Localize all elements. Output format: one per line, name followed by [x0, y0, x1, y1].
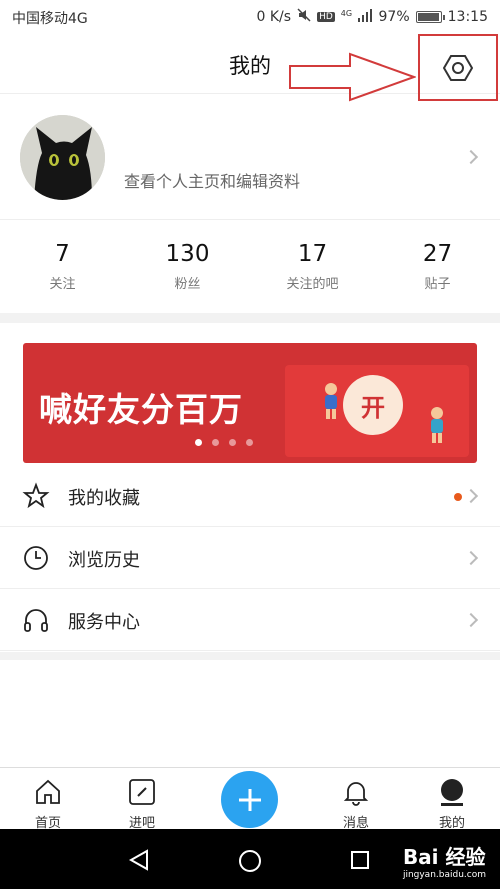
banner-pagination [195, 439, 253, 446]
stat-posts[interactable]: 27 贴子 [375, 221, 500, 313]
stat-label: 关注的吧 [286, 277, 339, 292]
watermark-url: jingyan.baidu.com [402, 870, 486, 880]
settings-button[interactable] [418, 34, 498, 101]
profile-icon [441, 779, 463, 806]
mute-icon [297, 8, 311, 26]
headphones-icon [24, 609, 48, 632]
hd-badge: HD [317, 12, 335, 22]
bell-icon [343, 782, 369, 806]
battery-level [417, 13, 439, 21]
section-divider [0, 652, 500, 660]
stat-value: 27 [422, 241, 453, 267]
tab-messages[interactable]: 消息 [326, 768, 386, 831]
menu-item-favorites[interactable]: 我的收藏 [0, 465, 500, 527]
watermark-logo: Bai 经验 [402, 845, 486, 869]
post-plus-button[interactable] [221, 771, 278, 828]
pagination-dot [212, 439, 219, 446]
pagination-dot [246, 439, 253, 446]
stat-label: 关注 [49, 277, 76, 292]
stat-following[interactable]: 7 关注 [0, 221, 125, 313]
recents-icon[interactable] [350, 850, 370, 870]
hexagon-settings-icon [443, 54, 473, 81]
promo-banner[interactable]: 喊好友分百万 开 [23, 343, 477, 463]
menu-item-label: 服务中心 [68, 612, 140, 633]
figure-illustration [325, 383, 337, 419]
stat-value: 130 [165, 241, 210, 267]
stat-label: 贴子 [424, 277, 451, 292]
network-speed: 0 K/s [256, 9, 292, 25]
menu-item-history[interactable]: 浏览历史 [0, 527, 500, 589]
chevron-right-icon [463, 488, 479, 504]
signal-icon: 4G [340, 8, 373, 26]
tab-home[interactable]: 首页 [18, 768, 78, 831]
menu-item-label: 我的收藏 [68, 488, 140, 509]
back-icon[interactable] [128, 849, 150, 871]
avatar[interactable] [20, 115, 105, 200]
chevron-right-icon [463, 612, 479, 628]
chevron-right-icon [463, 149, 479, 165]
home-icon [36, 779, 60, 804]
page-header: 我的 [0, 32, 500, 102]
signal-label: 4G [340, 8, 353, 18]
stat-value: 17 [297, 241, 328, 267]
stat-value: 7 [55, 241, 70, 267]
status-bar: 中国移动4G 0 K/s HD 4G 97% 13:15 [0, 0, 500, 32]
open-envelope-button[interactable]: 开 [343, 375, 403, 435]
section-divider [0, 313, 500, 323]
chevron-right-icon [463, 550, 479, 566]
clock-icon [24, 546, 48, 570]
status-indicators: 0 K/s HD 4G 97% 13:15 [256, 8, 488, 26]
menu-item-service-center[interactable]: 服务中心 [0, 589, 500, 651]
battery-icon [415, 11, 445, 23]
system-nav-bar: Bai 经验 jingyan.baidu.com [0, 829, 500, 889]
figure-illustration [431, 407, 443, 443]
stat-label: 粉丝 [174, 277, 201, 292]
profile-hint: 查看个人主页和编辑资料 [124, 172, 301, 191]
stats-row: 7 关注 130 粉丝 17 关注的吧 27 贴子 [0, 221, 500, 313]
carrier-label: 中国移动4G [12, 11, 88, 27]
tab-enter-bar[interactable]: 进吧 [112, 768, 172, 831]
notification-dot [454, 493, 462, 501]
stat-fans[interactable]: 130 粉丝 [125, 221, 250, 313]
pagination-dot [195, 439, 202, 446]
black-cat-avatar [20, 115, 105, 200]
baidu-watermark: Bai 经验 jingyan.baidu.com [403, 841, 486, 880]
tab-profile[interactable]: 我的 [422, 768, 482, 831]
clock-time: 13:15 [447, 9, 488, 25]
bottom-tab-bar: 首页 进吧 消息 我的 [0, 767, 500, 831]
stat-followed-bars[interactable]: 17 关注的吧 [250, 221, 375, 313]
plus-icon [238, 788, 261, 811]
enter-bar-icon [129, 779, 155, 805]
home-circle-icon[interactable] [238, 849, 262, 873]
profile-entry[interactable]: 查看个人主页和编辑资料 [0, 95, 500, 220]
banner-text: 喊好友分百万 [39, 390, 243, 429]
star-icon [22, 482, 50, 509]
battery-percent: 97% [378, 9, 410, 25]
pagination-dot [229, 439, 236, 446]
menu-item-label: 浏览历史 [68, 550, 140, 571]
